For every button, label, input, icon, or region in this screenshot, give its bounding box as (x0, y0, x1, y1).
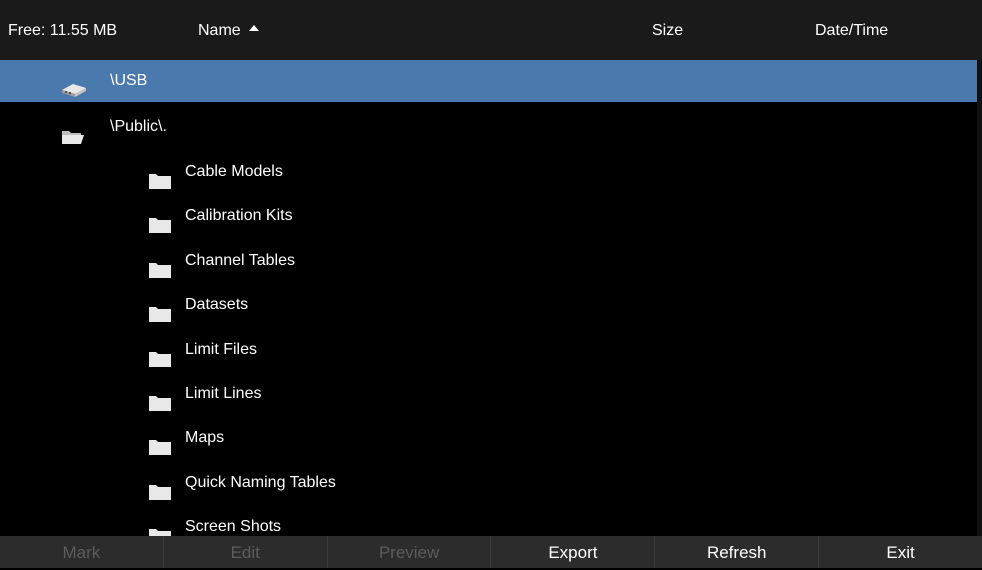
list-item-label: Channel Tables (185, 252, 296, 269)
mark-button[interactable]: Mark (0, 536, 163, 568)
list-item-label: Datasets (185, 296, 249, 313)
list-item-label: \USB (110, 72, 148, 89)
free-space-label: Free: 11.55 MB (8, 22, 118, 39)
size-column-header[interactable]: Size (652, 0, 683, 60)
list-item-label: Cable Models (185, 163, 283, 180)
list-item-label: Maps (185, 429, 225, 446)
list-item-folder[interactable]: Cable Models (0, 151, 980, 193)
list-item-label: Quick Naming Tables (185, 474, 336, 491)
list-scrollbar[interactable] (977, 60, 982, 536)
list-item-label: Screen Shots (185, 518, 282, 535)
file-list[interactable]: \USB \Public\. Cable Models Calibration … (0, 60, 982, 536)
refresh-button[interactable]: Refresh (654, 536, 819, 568)
exit-button[interactable]: Exit (818, 536, 982, 568)
name-column-header[interactable]: Name (198, 0, 259, 60)
preview-button[interactable]: Preview (326, 536, 491, 568)
edit-button[interactable]: Edit (162, 536, 327, 568)
list-item-public[interactable]: \Public\. (0, 106, 980, 148)
list-item-label: \Public\. (110, 118, 167, 135)
list-item-usb[interactable]: \USB (0, 60, 980, 102)
list-item-folder[interactable]: Limit Lines (0, 373, 980, 415)
list-item-folder[interactable]: Limit Files (0, 329, 980, 371)
list-item-folder[interactable]: Maps (0, 417, 980, 459)
datetime-column-header[interactable]: Date/Time (815, 0, 888, 60)
export-button[interactable]: Export (490, 536, 655, 568)
list-item-folder[interactable]: Channel Tables (0, 240, 980, 282)
folder-icon (149, 519, 171, 536)
file-list-header: Free: 11.55 MB Name Size Date/Time (0, 0, 982, 60)
list-item-label: Limit Lines (185, 385, 262, 402)
sort-ascending-icon (248, 25, 259, 31)
list-item-label: Calibration Kits (185, 207, 293, 224)
softkey-bar: Mark Edit Preview Export Refresh Exit (0, 536, 982, 568)
list-item-folder[interactable]: Screen Shots (0, 506, 980, 536)
list-item-label: Limit Files (185, 341, 258, 358)
list-item-folder[interactable]: Datasets (0, 284, 980, 326)
list-item-folder[interactable]: Quick Naming Tables (0, 462, 980, 504)
list-item-folder[interactable]: Calibration Kits (0, 195, 980, 237)
name-column-label: Name (198, 22, 241, 39)
